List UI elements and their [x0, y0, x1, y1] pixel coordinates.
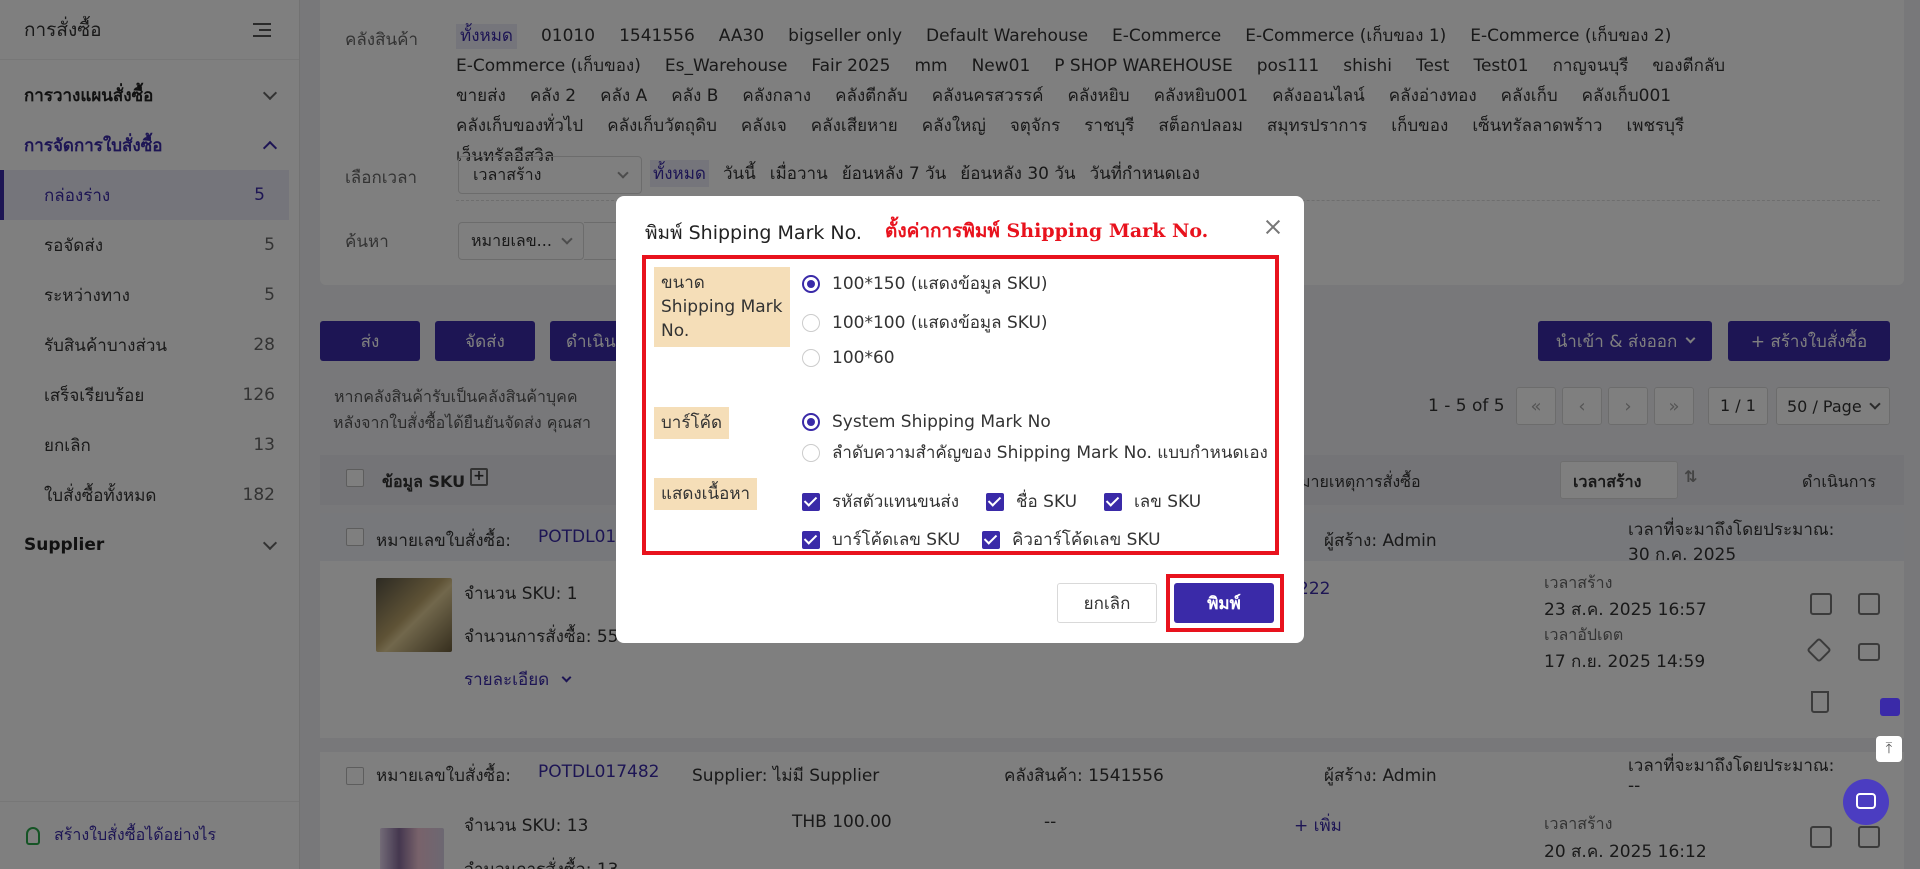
option-label: ชื่อ SKU	[1016, 492, 1078, 512]
option-label: 100*100 (แสดงข้อมูล SKU)	[832, 313, 1048, 333]
barcode-section-label: บาร์โค้ด	[654, 407, 730, 439]
size-option-100x100[interactable]: 100*100 (แสดงข้อมูล SKU)	[802, 309, 1048, 336]
content-option-sku-barcode[interactable]: บาร์โค้ดเลข SKU	[802, 526, 960, 553]
option-label: System Shipping Mark No	[832, 412, 1051, 432]
radio[interactable]	[802, 313, 820, 332]
checkbox-checked[interactable]	[802, 492, 820, 511]
option-label: 100*150 (แสดงข้อมูล SKU)	[832, 274, 1048, 294]
content-option-sku-name[interactable]: ชื่อ SKU	[986, 488, 1077, 515]
option-label: ลำดับความสำคัญของ Shipping Mark No. แบบก…	[832, 443, 1268, 463]
option-label: เลข SKU	[1134, 492, 1202, 512]
back-to-top-icon[interactable]: ⤒	[1876, 736, 1902, 762]
content-option-carrier-code[interactable]: รหัสตัวแทนขนส่ง	[802, 488, 959, 515]
checkbox-checked[interactable]	[1104, 492, 1122, 511]
dialog-title: พิมพ์ Shipping Mark No.	[645, 222, 862, 244]
option-label: คิวอาร์โค้ดเลข SKU	[1012, 530, 1161, 550]
size-option-100x150[interactable]: 100*150 (แสดงข้อมูล SKU)	[802, 270, 1048, 297]
annotation-title: ตั้งค่าการพิมพ์ Shipping Mark No.	[885, 220, 1209, 242]
chat-button[interactable]	[1843, 779, 1889, 825]
option-label: 100*60	[832, 348, 895, 368]
barcode-option-system[interactable]: System Shipping Mark No	[802, 412, 1051, 432]
chat-icon	[1856, 793, 1876, 809]
close-icon[interactable]	[1264, 218, 1282, 236]
cancel-button[interactable]: ยกเลิก	[1057, 583, 1157, 623]
option-label: บาร์โค้ดเลข SKU	[832, 530, 961, 550]
option-label: รหัสตัวแทนขนส่ง	[832, 492, 960, 512]
checkbox-checked[interactable]	[982, 530, 1000, 549]
radio[interactable]	[802, 349, 820, 367]
radio[interactable]	[802, 443, 820, 462]
size-option-100x60[interactable]: 100*60	[802, 348, 895, 368]
print-button-label: พิมพ์	[1207, 593, 1241, 614]
content-option-sku-qrcode[interactable]: คิวอาร์โค้ดเลข SKU	[982, 526, 1161, 553]
print-button[interactable]: พิมพ์	[1174, 583, 1274, 623]
checkbox-checked[interactable]	[802, 530, 820, 549]
cancel-button-label: ยกเลิก	[1083, 593, 1131, 614]
content-section-label: แสดงเนื้อหา	[654, 478, 758, 510]
print-shipping-mark-dialog: พิมพ์ Shipping Mark No. ตั้งค่าการพิมพ์ …	[616, 196, 1304, 643]
checkbox-checked[interactable]	[986, 492, 1004, 511]
radio-selected[interactable]	[802, 274, 820, 293]
size-section-label: ขนาด Shipping Mark No.	[654, 267, 790, 347]
radio-selected[interactable]	[802, 413, 820, 431]
content-option-sku-number[interactable]: เลข SKU	[1104, 488, 1201, 515]
barcode-option-custom-priority[interactable]: ลำดับความสำคัญของ Shipping Mark No. แบบก…	[802, 439, 1268, 466]
bookmark-icon[interactable]	[1880, 698, 1900, 716]
